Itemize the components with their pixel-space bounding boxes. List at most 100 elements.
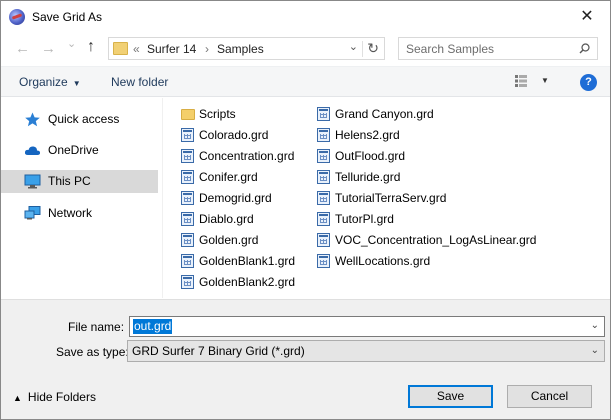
list-item[interactable]: Helens2.grd (317, 124, 547, 145)
file-name: Diablo.grd (199, 212, 254, 226)
grid-file-icon (317, 170, 330, 184)
save-as-type-select[interactable]: GRD Surfer 7 Binary Grid (*.grd) ⌄ (127, 340, 605, 362)
chevron-down-icon[interactable]: ⌄ (591, 320, 599, 331)
list-item[interactable]: TutorPl.grd (317, 208, 547, 229)
address-bar[interactable]: « Surfer 14 › Samples ⌄ ↻ (108, 37, 385, 60)
title-bar: Save Grid As ✕ (1, 1, 610, 32)
sidebar-item-label: OneDrive (48, 143, 99, 157)
file-name: Telluride.grd (335, 170, 401, 184)
file-name: GoldenBlank2.grd (199, 275, 296, 289)
list-item[interactable]: GoldenBlank2.grd (181, 271, 311, 292)
sidebar-item-this-pc[interactable]: This PC (1, 170, 158, 193)
up-arrow-icon[interactable]: ↑ (87, 38, 95, 56)
file-name: Scripts (199, 107, 236, 121)
search-icon (579, 43, 590, 54)
sidebar-item-label: This PC (48, 174, 91, 188)
cancel-button[interactable]: Cancel (507, 385, 592, 408)
file-name: GoldenBlank1.grd (199, 254, 296, 268)
search-box[interactable]: Search Samples (398, 37, 598, 60)
address-dropdown-icon[interactable]: ⌄ (349, 40, 358, 53)
list-item[interactable]: Golden.grd (181, 229, 311, 250)
back-arrow-icon[interactable]: ← (15, 40, 30, 57)
file-name-field[interactable]: out.grd ⌄ (129, 316, 605, 337)
file-name: Conifer.grd (199, 170, 258, 184)
file-name: Concentration.grd (199, 149, 295, 163)
organize-label: Organize (19, 75, 68, 89)
grid-file-icon (317, 191, 330, 205)
grid-file-icon (181, 212, 194, 226)
grid-file-icon (181, 149, 194, 163)
save-form-panel: File name: out.grd ⌄ Save as type: GRD S… (1, 299, 610, 419)
navigation-bar: ← → ⌄ ↑ « Surfer 14 › Samples ⌄ ↻ Search… (1, 32, 610, 66)
list-item[interactable]: VOC_Concentration_LogAsLinear.grd (317, 229, 547, 250)
grid-file-icon (317, 149, 330, 163)
star-icon (25, 112, 40, 127)
grid-file-icon (317, 212, 330, 226)
list-item[interactable]: Scripts (181, 103, 311, 124)
save-as-type-label: Save as type: (56, 345, 129, 359)
sidebar-item-label: Quick access (48, 112, 120, 126)
list-item[interactable]: Telluride.grd (317, 166, 547, 187)
chevron-down-icon[interactable]: ⌄ (591, 345, 599, 356)
file-name: Grand Canyon.grd (335, 107, 434, 121)
folder-icon (181, 109, 195, 120)
file-name: WellLocations.grd (335, 254, 431, 268)
sidebar-item-network[interactable]: Network (1, 202, 158, 225)
recent-locations-chevron-icon[interactable]: ⌄ (67, 37, 76, 50)
list-item[interactable]: TutorialTerraServ.grd (317, 187, 547, 208)
sidebar-item-onedrive[interactable]: OneDrive (1, 139, 158, 162)
list-item[interactable]: Conifer.grd (181, 166, 311, 187)
grid-file-icon (317, 107, 330, 121)
view-dropdown-caret-icon[interactable]: ▼ (541, 76, 549, 85)
navigation-pane: Quick access OneDrive This PC Network (1, 98, 158, 298)
monitor-icon (24, 174, 41, 189)
list-item[interactable]: Diablo.grd (181, 208, 311, 229)
help-button[interactable]: ? (580, 74, 597, 91)
view-options-icon[interactable] (515, 75, 527, 87)
file-name-label: File name: (68, 320, 125, 334)
chevron-up-icon: ▲ (13, 393, 22, 403)
cloud-icon (24, 146, 41, 155)
breadcrumb-samples[interactable]: Samples (217, 42, 264, 56)
forward-arrow-icon[interactable]: → (41, 40, 56, 57)
file-list: Scripts Colorado.grd Concentration.grd C… (171, 98, 610, 298)
breadcrumb-separator-icon: › (205, 42, 209, 56)
grid-file-icon (181, 170, 194, 184)
folder-icon (113, 42, 128, 55)
grid-file-icon (181, 191, 194, 205)
list-item[interactable]: OutFlood.grd (317, 145, 547, 166)
list-item[interactable]: Grand Canyon.grd (317, 103, 547, 124)
list-item[interactable]: Demogrid.grd (181, 187, 311, 208)
hide-folders-label: Hide Folders (27, 390, 96, 404)
save-button[interactable]: Save (408, 385, 493, 408)
command-toolbar: Organize ▼ New folder ▼ ? (1, 66, 610, 97)
sidebar-item-quick-access[interactable]: Quick access (1, 108, 158, 131)
hide-folders-button[interactable]: ▲ Hide Folders (13, 390, 96, 404)
close-button[interactable]: ✕ (564, 1, 610, 32)
caret-down-icon: ▼ (72, 79, 81, 88)
new-folder-button[interactable]: New folder (111, 75, 168, 89)
breadcrumb-overflow[interactable]: « (133, 42, 140, 56)
list-item[interactable]: WellLocations.grd (317, 250, 547, 271)
file-name: OutFlood.grd (335, 149, 406, 163)
grid-file-icon (181, 233, 194, 247)
file-name-input[interactable]: out.grd (133, 319, 173, 334)
sidebar-item-label: Network (48, 206, 93, 220)
list-item[interactable]: Concentration.grd (181, 145, 311, 166)
grid-file-icon (317, 233, 330, 247)
organize-menu-button[interactable]: Organize ▼ (19, 75, 81, 89)
file-name: VOC_Concentration_LogAsLinear.grd (335, 233, 537, 247)
file-name: TutorPl.grd (335, 212, 394, 226)
search-input[interactable]: Search Samples (406, 42, 494, 56)
file-name: Golden.grd (199, 233, 259, 247)
dialog-title: Save Grid As (32, 10, 103, 24)
refresh-icon[interactable]: ↻ (367, 40, 379, 57)
file-name: Demogrid.grd (199, 191, 272, 205)
file-name: Helens2.grd (335, 128, 400, 142)
list-item[interactable]: GoldenBlank1.grd (181, 250, 311, 271)
list-item[interactable]: Colorado.grd (181, 124, 311, 145)
breadcrumb-surfer-14[interactable]: Surfer 14 (147, 42, 196, 56)
grid-file-icon (181, 254, 194, 268)
pane-splitter[interactable] (162, 98, 163, 298)
surfer-app-icon (9, 9, 25, 25)
